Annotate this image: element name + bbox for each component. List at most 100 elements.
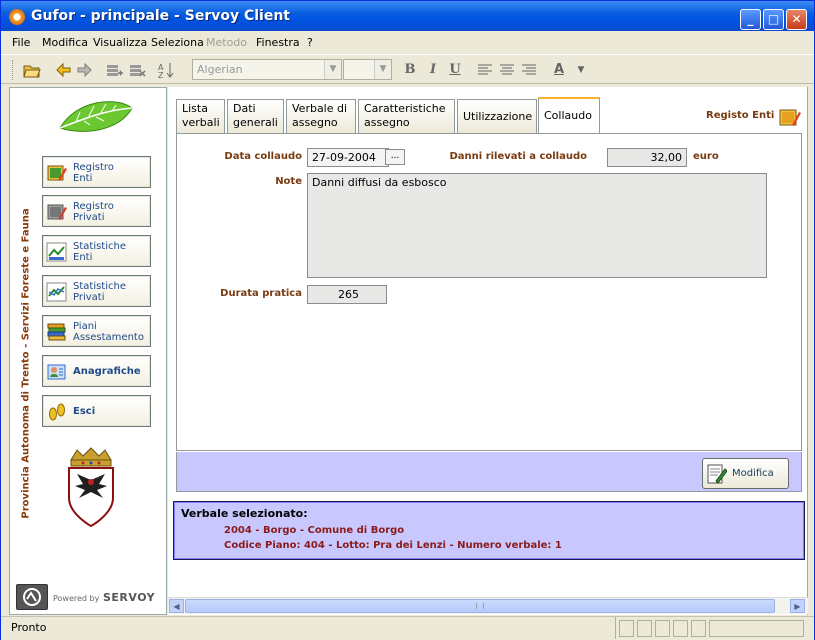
- close-button[interactable]: ✕: [786, 9, 807, 30]
- collaudo-form: Data collaudo 27-09-2004 ... Danni rilev…: [176, 133, 802, 451]
- forward-arrow-icon[interactable]: [76, 61, 94, 79]
- chart-icon: [46, 282, 67, 302]
- status-bar: Pronto: [1, 616, 814, 640]
- nav-label: Esci: [73, 406, 96, 417]
- menu-metodo[interactable]: Metodo: [206, 36, 247, 49]
- nav-label: Statistiche Privati: [73, 281, 126, 303]
- nav-label: Piani Assestamento: [73, 321, 144, 343]
- books-icon: [47, 323, 66, 341]
- sort-icon[interactable]: AZ: [157, 61, 175, 80]
- status-cell: [655, 620, 670, 637]
- svg-text:Z: Z: [158, 71, 164, 79]
- font-color-chevron-icon[interactable]: ▼: [572, 61, 590, 79]
- modifica-button[interactable]: Modifica: [702, 458, 789, 489]
- durata-field[interactable]: 265: [307, 285, 387, 304]
- chevron-down-icon: ▼: [374, 60, 391, 79]
- menu-help[interactable]: ?: [307, 36, 313, 49]
- selected-line2: Codice Piano: 404 - Lotto: Pra dei Lenzi…: [224, 540, 562, 551]
- registo-enti-link[interactable]: Registo Enti: [706, 110, 774, 121]
- font-family-value: Algerian: [197, 63, 243, 76]
- tab-verbale-di-assegno[interactable]: Verbale di assegno: [286, 99, 356, 133]
- scroll-right-arrow-icon[interactable]: ▶: [790, 599, 805, 613]
- app-icon: [9, 9, 25, 25]
- edit-document-icon: [707, 464, 727, 484]
- menu-modifica[interactable]: Modifica: [42, 36, 88, 49]
- thumb-grip: [476, 603, 484, 609]
- menu-finestra[interactable]: Finestra: [256, 36, 300, 49]
- main-panel: Lista verbali Dati generali Verbale di asse…: [168, 87, 808, 615]
- minimize-button[interactable]: _: [740, 9, 761, 30]
- menu-visualizza[interactable]: Visualizza: [93, 36, 147, 49]
- powered-by-text: Powered by: [53, 594, 100, 603]
- nav-statistiche-enti-button[interactable]: Statistiche Enti: [42, 235, 151, 267]
- open-folder-icon[interactable]: [23, 61, 41, 79]
- tab-collaudo[interactable]: Collaudo: [538, 97, 600, 134]
- nav-label: Registro Privati: [73, 201, 114, 223]
- servoy-brand-text: SERVOY: [103, 591, 156, 604]
- nav-esci-button[interactable]: Esci: [42, 395, 151, 427]
- bold-button[interactable]: B: [401, 61, 419, 79]
- align-center-icon[interactable]: [498, 61, 516, 79]
- danni-label: Danni rilevati a collaudo: [449, 151, 588, 162]
- scroll-left-arrow-icon[interactable]: ◀: [169, 599, 184, 613]
- delete-record-icon[interactable]: [128, 61, 146, 79]
- menu-bar: File Modifica Visualizza Seleziona Metod…: [1, 32, 814, 54]
- tab-lista-verbali[interactable]: Lista verbali: [176, 99, 225, 133]
- font-color-button[interactable]: A: [550, 61, 568, 79]
- nav-label: Anagrafiche: [73, 366, 141, 377]
- book-pencil-icon: [47, 165, 67, 181]
- coat-of-arms-icon: [68, 447, 114, 528]
- date-picker-button[interactable]: ...: [385, 149, 405, 165]
- status-cell: [619, 620, 634, 637]
- nav-statistiche-privati-button[interactable]: Statistiche Privati: [42, 275, 151, 307]
- chart-icon: [46, 242, 67, 262]
- danni-field[interactable]: 32,00: [607, 148, 687, 167]
- note-textarea[interactable]: Danni diffusi da esbosco: [307, 173, 767, 278]
- underline-button[interactable]: U: [446, 61, 464, 79]
- form-footer: Modifica: [176, 452, 802, 492]
- modifica-label: Modifica: [732, 468, 774, 479]
- nav-anagrafiche-button[interactable]: Anagrafiche: [42, 355, 151, 387]
- maximize-button[interactable]: □: [763, 9, 784, 30]
- italic-button[interactable]: I: [424, 61, 442, 79]
- note-label: Note: [275, 176, 302, 187]
- nav-label: Registro Enti: [73, 162, 114, 184]
- scrollbar-thumb[interactable]: [185, 599, 775, 613]
- align-left-icon[interactable]: [476, 61, 494, 79]
- nav-registro-privati-button[interactable]: Registro Privati: [42, 195, 151, 227]
- title-bar: Gufor - principale - Servoy Client _ □ ✕: [1, 1, 814, 31]
- chevron-down-icon: ▼: [324, 60, 341, 79]
- menu-file[interactable]: File: [12, 36, 30, 49]
- data-collaudo-label: Data collaudo: [224, 151, 302, 162]
- servoy-logo-icon: [16, 584, 48, 610]
- horizontal-scrollbar[interactable]: ◀ ▶: [168, 597, 808, 614]
- selected-heading: Verbale selezionato:: [181, 507, 308, 520]
- data-collaudo-field[interactable]: 27-09-2004: [307, 148, 389, 167]
- durata-label: Durata pratica: [220, 288, 302, 299]
- tab-dati-generali[interactable]: Dati generali: [227, 99, 284, 133]
- organization-vertical-title-container: Provincia Autonoma di Trento - Servizi F…: [16, 208, 36, 538]
- selected-line1: 2004 - Borgo - Comune di Borgo: [224, 525, 405, 536]
- leaf-logo-icon: [59, 101, 133, 132]
- add-record-icon[interactable]: [105, 61, 123, 79]
- font-size-select[interactable]: ▼: [343, 59, 392, 80]
- footprints-icon: [49, 403, 65, 421]
- book-grey-icon: [47, 204, 67, 220]
- status-cell: [673, 620, 688, 637]
- book-pencil-icon[interactable]: [779, 106, 801, 128]
- font-family-select[interactable]: Algerian ▼: [192, 59, 342, 80]
- align-right-icon[interactable]: [520, 61, 538, 79]
- selected-verbale-panel: Verbale selezionato: 2004 - Borgo - Comu…: [173, 501, 805, 560]
- nav-registro-enti-button[interactable]: Registro Enti: [42, 156, 151, 188]
- person-card-icon: [47, 364, 66, 380]
- organization-vertical-title: Provincia Autonoma di Trento - Servizi F…: [20, 208, 32, 519]
- status-text: Pronto: [1, 617, 616, 639]
- back-arrow-icon[interactable]: [54, 61, 72, 79]
- status-cell: [637, 620, 652, 637]
- tab-caratteristiche-assegno[interactable]: Caratteristiche assegno: [358, 99, 455, 133]
- toolbar-grip: [12, 60, 14, 80]
- tab-utilizzazione[interactable]: Utilizzazione: [457, 99, 537, 133]
- nav-label: Statistiche Enti: [73, 241, 126, 263]
- nav-piani-assestamento-button[interactable]: Piani Assestamento: [42, 315, 151, 347]
- menu-seleziona[interactable]: Seleziona: [151, 36, 204, 49]
